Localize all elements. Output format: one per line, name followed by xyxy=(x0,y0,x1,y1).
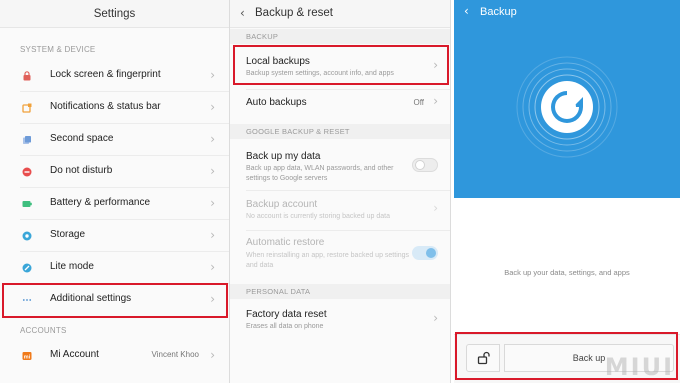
chevron-right-icon: › xyxy=(210,228,215,242)
settings-item-additional-settings[interactable]: Additional settings › xyxy=(0,284,229,316)
header-bar: ‹ Backup & reset xyxy=(230,0,450,28)
factory-reset-subtitle: Erases all data on phone xyxy=(246,323,324,330)
settings-item-lite-mode[interactable]: Lite mode › xyxy=(0,252,229,284)
back-up-data-toggle[interactable] xyxy=(412,158,438,172)
back-arrow-icon[interactable]: ‹ xyxy=(240,6,245,20)
settings-item-storage[interactable]: Storage › xyxy=(0,220,229,252)
settings-item-label: Second space xyxy=(50,133,114,144)
settings-item-do-not-disturb[interactable]: Do not disturb › xyxy=(0,156,229,188)
settings-item-label: Storage xyxy=(50,229,86,240)
automatic-restore-item[interactable]: Automatic restore When reinstalling an a… xyxy=(230,231,450,279)
local-backups-item[interactable]: Local backups Backup system settings, ac… xyxy=(230,44,450,90)
backup-account-item[interactable]: Backup account No account is currently s… xyxy=(230,191,450,229)
section-header-backup: BACKUP xyxy=(230,29,450,44)
backup-reset-panel: ‹ Backup & reset BACKUP Local backups Ba… xyxy=(230,0,450,383)
notification-icon xyxy=(22,103,32,113)
battery-icon xyxy=(22,201,32,207)
auto-backups-title: Auto backups xyxy=(246,97,307,108)
backup-account-subtitle: No account is currently storing backed u… xyxy=(246,213,390,220)
back-arrow-icon[interactable]: ‹ xyxy=(464,4,469,18)
page-title: Backup xyxy=(480,6,517,18)
local-backups-subtitle: Backup system settings, account info, an… xyxy=(246,70,394,77)
chevron-right-icon: › xyxy=(433,311,438,325)
settings-item-label: Lock screen & fingerprint xyxy=(50,69,161,80)
backup-illustration-icon xyxy=(516,56,618,158)
auto-backups-item[interactable]: Auto backups Off › xyxy=(230,90,450,122)
section-header-personal: PERSONAL DATA xyxy=(230,284,450,299)
chevron-right-icon: › xyxy=(210,260,215,274)
auto-backups-value: Off xyxy=(413,98,424,107)
storage-icon xyxy=(22,231,32,241)
unlock-icon xyxy=(477,351,490,365)
second-space-icon xyxy=(23,136,31,144)
local-backups-title: Local backups xyxy=(246,56,310,67)
chevron-right-icon: › xyxy=(210,196,215,210)
chevron-right-icon: › xyxy=(210,164,215,178)
automatic-restore-toggle[interactable] xyxy=(412,246,438,260)
settings-item-lock-screen[interactable]: Lock screen & fingerprint › xyxy=(0,60,229,92)
automatic-restore-title: Automatic restore xyxy=(246,237,325,248)
back-up-data-subtitle: Back up app data, WLAN passwords, and ot… xyxy=(246,165,394,182)
back-up-data-title: Back up my data xyxy=(246,151,321,162)
do-not-disturb-icon xyxy=(22,167,32,177)
section-header-system: SYSTEM & DEVICE xyxy=(20,45,96,54)
page-title: Backup & reset xyxy=(255,7,333,19)
settings-item-label: Mi Account xyxy=(50,349,99,360)
back-up-data-item[interactable]: Back up my data Back up app data, WLAN p… xyxy=(230,139,450,189)
account-name: Vincent Khoo xyxy=(151,350,199,359)
settings-item-label: Do not disturb xyxy=(50,165,113,176)
section-header-accounts: ACCOUNTS xyxy=(20,326,67,335)
encryption-lock-button[interactable] xyxy=(466,344,500,372)
chevron-right-icon: › xyxy=(433,201,438,215)
more-icon xyxy=(22,299,32,301)
backup-panel: ‹ Backup Back up your data, settings, an… xyxy=(454,0,680,383)
settings-item-second-space[interactable]: Second space › xyxy=(0,124,229,156)
chevron-right-icon: › xyxy=(210,132,215,146)
chevron-right-icon: › xyxy=(210,292,215,306)
backup-description: Back up your data, settings, and apps xyxy=(504,268,630,277)
settings-item-label: Additional settings xyxy=(50,293,132,304)
settings-item-label: Battery & performance xyxy=(50,197,151,208)
svg-text:mi: mi xyxy=(24,354,31,360)
chevron-right-icon: › xyxy=(210,348,215,362)
backup-account-title: Backup account xyxy=(246,199,318,210)
mi-icon: mi xyxy=(22,352,32,360)
settings-title: Settings xyxy=(0,0,229,28)
automatic-restore-subtitle: When reinstalling an app, restore backed… xyxy=(246,252,410,269)
settings-panel: Settings SYSTEM & DEVICE Lock screen & f… xyxy=(0,0,229,383)
settings-item-label: Lite mode xyxy=(50,261,94,272)
settings-item-mi-account[interactable]: mi Mi Account Vincent Khoo › xyxy=(0,340,229,372)
factory-reset-item[interactable]: Factory data reset Erases all data on ph… xyxy=(230,299,450,343)
backup-header-area: ‹ Backup xyxy=(454,0,680,198)
miui-watermark: MIUI xyxy=(604,353,674,381)
factory-reset-title: Factory data reset xyxy=(246,309,327,320)
section-header-google: GOOGLE BACKUP & RESET xyxy=(230,124,450,139)
settings-item-label: Notifications & status bar xyxy=(50,101,161,112)
chevron-right-icon: › xyxy=(433,94,438,108)
chevron-right-icon: › xyxy=(210,100,215,114)
chevron-right-icon: › xyxy=(210,68,215,82)
lite-mode-icon xyxy=(22,263,32,273)
lock-icon xyxy=(23,71,31,81)
settings-item-battery[interactable]: Battery & performance › xyxy=(0,188,229,220)
chevron-right-icon: › xyxy=(433,58,438,72)
settings-item-notifications[interactable]: Notifications & status bar › xyxy=(0,92,229,124)
